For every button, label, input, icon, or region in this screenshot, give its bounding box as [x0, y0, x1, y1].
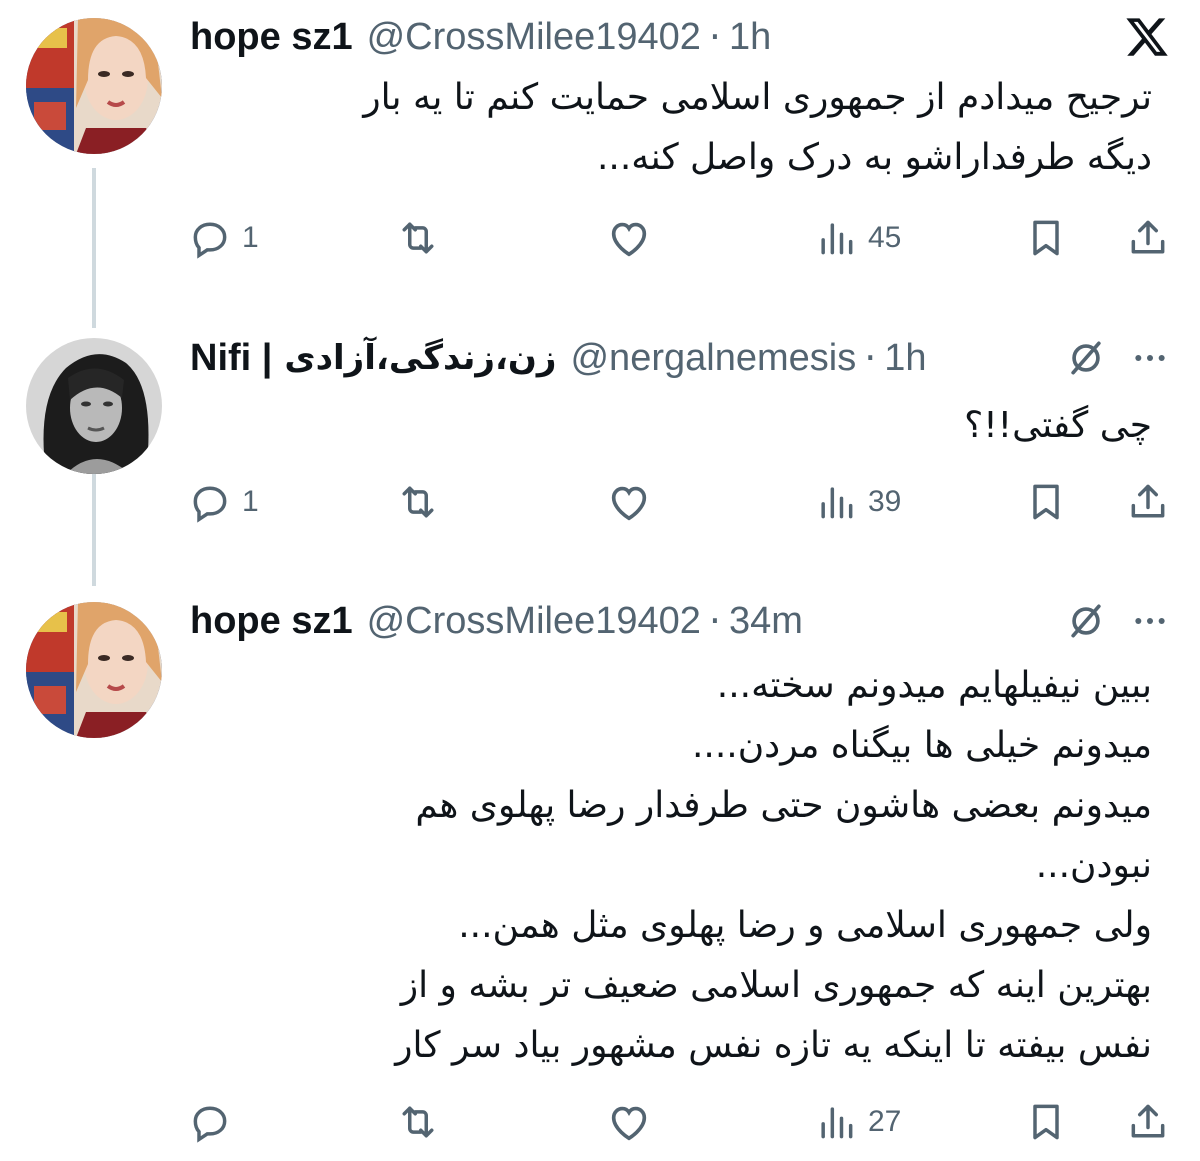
views-button[interactable]: 45	[814, 214, 901, 262]
repost-button[interactable]	[396, 214, 440, 262]
like-button[interactable]	[606, 1098, 652, 1146]
views-count: 27	[868, 1105, 902, 1138]
avatar[interactable]	[26, 338, 162, 474]
bookmark-icon	[1024, 480, 1068, 524]
views-button[interactable]: 27	[814, 1098, 901, 1146]
grok-icon[interactable]	[1064, 336, 1108, 380]
tweet-3[interactable]: hope sz1 @CrossMilee19402 · 34m ببین نیف…	[0, 580, 1200, 1161]
share-icon	[1126, 216, 1170, 260]
tweet-text-line: دیگه طرفداراشو به درک واصل کنه...	[596, 137, 1152, 178]
views-count: 45	[868, 221, 902, 254]
separator-dot: ·	[864, 336, 877, 380]
reply-icon	[188, 216, 232, 260]
timestamp[interactable]: 34m	[729, 600, 803, 643]
x-logo-icon[interactable]	[1124, 14, 1170, 60]
share-button[interactable]	[1126, 478, 1170, 526]
more-options-icon[interactable]	[1130, 601, 1170, 641]
tweet-text-line: ترجیح میدادم از جمهوری اسلامی حمایت کنم …	[363, 77, 1152, 118]
avatar[interactable]	[26, 602, 162, 738]
share-icon	[1126, 1100, 1170, 1144]
user-handle[interactable]: @nergalnemesis	[570, 337, 856, 380]
analytics-icon	[814, 1100, 858, 1144]
bookmark-button[interactable]	[1024, 1098, 1068, 1146]
views-count: 39	[868, 485, 902, 518]
bookmark-icon	[1024, 1100, 1068, 1144]
action-bar: 1 45	[188, 214, 1178, 262]
timestamp[interactable]: 1h	[729, 16, 771, 59]
reply-count: 1	[242, 485, 259, 518]
analytics-icon	[814, 480, 858, 524]
separator-dot: ·	[708, 15, 721, 59]
display-name[interactable]: Nifi |	[190, 337, 272, 380]
reply-button[interactable]: 1	[188, 214, 259, 262]
tweet-text-line: میدونم بعضی هاشون حتی طرفدار رضا پهلوی ه…	[415, 785, 1152, 826]
share-button[interactable]	[1126, 1098, 1170, 1146]
tweet-text: چی گفتی!!؟	[190, 396, 1152, 456]
timestamp[interactable]: 1h	[884, 337, 926, 380]
tweet-text-line: ببین نیفیلهایم میدونم سخته...	[716, 665, 1152, 706]
display-name[interactable]: hope sz1	[190, 600, 353, 643]
separator-dot: ·	[708, 599, 721, 643]
tweet-header: Nifi | زن،زندگی،آزادی @nergalnemesis · 1…	[190, 333, 1170, 383]
reply-icon	[188, 480, 232, 524]
reply-count: 1	[242, 221, 259, 254]
tweet-header: hope sz1 @CrossMilee19402 · 34m	[190, 596, 1170, 646]
repost-button[interactable]	[396, 1098, 440, 1146]
reply-button[interactable]: 1	[188, 478, 259, 526]
avatar[interactable]	[26, 18, 162, 154]
tweet-text: ترجیح میدادم از جمهوری اسلامی حمایت کنم …	[190, 68, 1152, 188]
tweet-text: ببین نیفیلهایم میدونم سخته... میدونم خیل…	[190, 656, 1152, 1076]
tweet-text-line: نفس بیفته تا اینکه یه تازه نفس مشهور بیا…	[395, 1025, 1152, 1066]
tweet-text-line: چی گفتی!!؟	[964, 405, 1152, 446]
heart-icon	[606, 215, 652, 261]
repost-icon	[396, 480, 440, 524]
display-name[interactable]: hope sz1	[190, 16, 353, 59]
repost-icon	[396, 216, 440, 260]
tweet-2[interactable]: Nifi | زن،زندگی،آزادی @nergalnemesis · 1…	[0, 300, 1200, 580]
share-button[interactable]	[1126, 214, 1170, 262]
reply-icon	[188, 1100, 232, 1144]
bookmark-icon	[1024, 216, 1068, 260]
repost-button[interactable]	[396, 478, 440, 526]
action-bar: 1 39	[188, 478, 1178, 526]
more-options-icon[interactable]	[1130, 338, 1170, 378]
heart-icon	[606, 1099, 652, 1145]
tweet-text-line: بهترین اینه که جمهوری اسلامی ضعیف تر بشه…	[400, 965, 1152, 1006]
bookmark-button[interactable]	[1024, 478, 1068, 526]
tweet-text-line: میدونم خیلی ها بیگناه مردن....	[691, 725, 1152, 766]
user-handle[interactable]: @CrossMilee19402	[367, 600, 701, 643]
like-button[interactable]	[606, 214, 652, 262]
repost-icon	[396, 1100, 440, 1144]
heart-icon	[606, 479, 652, 525]
grok-icon[interactable]	[1064, 599, 1108, 643]
bookmark-button[interactable]	[1024, 214, 1068, 262]
reply-button[interactable]	[188, 1098, 242, 1146]
analytics-icon	[814, 216, 858, 260]
tweet-text-line: ولی جمهوری اسلامی و رضا پهلوی مثل همن...	[458, 905, 1152, 946]
action-bar: 27	[188, 1098, 1178, 1146]
tweet-1[interactable]: hope sz1 @CrossMilee19402 · 1h ترجیح مید…	[0, 0, 1200, 300]
share-icon	[1126, 480, 1170, 524]
user-handle[interactable]: @CrossMilee19402	[367, 16, 701, 59]
like-button[interactable]	[606, 478, 652, 526]
views-button[interactable]: 39	[814, 478, 901, 526]
display-name-rtl[interactable]: زن،زندگی،آزادی	[284, 338, 556, 378]
tweet-header: hope sz1 @CrossMilee19402 · 1h	[190, 12, 1170, 62]
tweet-text-line: نبودن...	[1035, 845, 1152, 886]
